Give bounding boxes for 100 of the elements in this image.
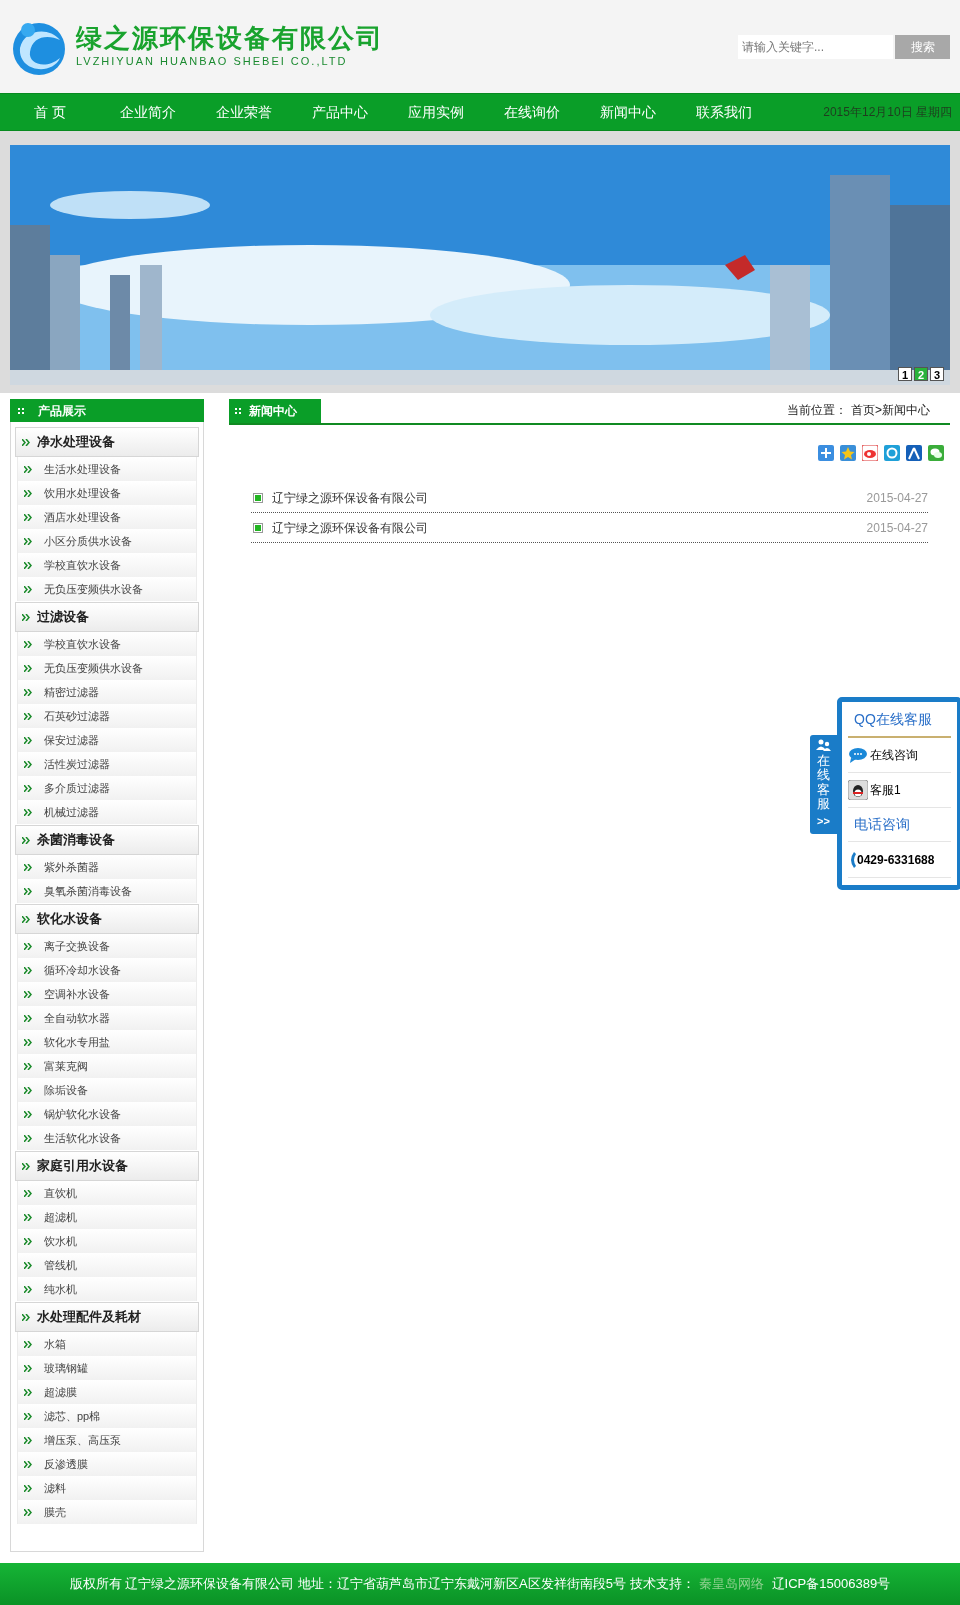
service-link[interactable]: 在线咨询 — [848, 738, 951, 773]
category-item[interactable]: 生活软化水设备 — [17, 1126, 197, 1150]
breadcrumb[interactable]: 首页>新闻中心 — [851, 401, 930, 419]
category-item[interactable]: 软化水专用盐 — [17, 1030, 197, 1054]
double-arrow-icon — [24, 712, 33, 720]
double-arrow-icon — [24, 808, 33, 816]
category-item[interactable]: 生活水处理设备 — [17, 457, 197, 481]
double-arrow-icon — [24, 585, 33, 593]
double-arrow-icon — [24, 1110, 33, 1118]
category-item[interactable]: 无负压变频供水设备 — [17, 577, 197, 601]
double-arrow-icon — [24, 966, 33, 974]
nav-link[interactable]: 产品中心 — [292, 101, 388, 123]
double-arrow-icon — [22, 915, 31, 923]
category-item[interactable]: 纯水机 — [17, 1277, 197, 1301]
double-arrow-icon — [24, 1134, 33, 1142]
people-icon — [815, 739, 832, 751]
double-arrow-icon — [24, 561, 33, 569]
category-item[interactable]: 饮用水处理设备 — [17, 481, 197, 505]
category-item[interactable]: 活性炭过滤器 — [17, 752, 197, 776]
nav-link[interactable]: 企业简介 — [100, 101, 196, 123]
category-item[interactable]: 超滤机 — [17, 1205, 197, 1229]
date-text: 2015年12月10日 星期四 — [823, 104, 953, 121]
star-icon[interactable] — [840, 445, 856, 461]
category-item[interactable]: 石英砂过滤器 — [17, 704, 197, 728]
category-item[interactable]: 增压泵、高压泵 — [17, 1428, 197, 1452]
category-item[interactable]: 学校直饮水设备 — [17, 553, 197, 577]
double-arrow-icon — [22, 613, 31, 621]
category-item[interactable]: 除垢设备 — [17, 1078, 197, 1102]
category-item[interactable]: 膜壳 — [17, 1500, 197, 1524]
double-arrow-icon — [24, 784, 33, 792]
nav-link[interactable]: 联系我们 — [676, 101, 772, 123]
dots-icon — [18, 407, 24, 414]
double-arrow-icon — [24, 537, 33, 545]
news-link[interactable]: 辽宁绿之源环保设备有限公司 — [272, 488, 428, 507]
double-arrow-icon — [24, 760, 33, 768]
service-title: QQ在线客服 — [848, 702, 951, 738]
category-item[interactable]: 滤芯、pp棉 — [17, 1404, 197, 1428]
search-field[interactable]: 请输入关键字... — [738, 34, 893, 59]
category-header[interactable]: 水处理配件及耗材 — [15, 1302, 199, 1332]
section-title: 新闻中心 — [249, 403, 297, 420]
service-tab-arrow: >> — [817, 814, 830, 830]
breadcrumb-label: 当前位置： — [787, 402, 847, 419]
category-header[interactable]: 净水处理设备 — [15, 427, 199, 457]
double-arrow-icon — [24, 664, 33, 672]
double-arrow-icon — [24, 1014, 33, 1022]
double-arrow-icon — [24, 1364, 33, 1372]
double-arrow-icon — [24, 1484, 33, 1492]
category-header[interactable]: 过滤设备 — [15, 602, 199, 632]
category-item[interactable]: 管线机 — [17, 1253, 197, 1277]
category-item[interactable]: 保安过滤器 — [17, 728, 197, 752]
category-item[interactable]: 酒店水处理设备 — [17, 505, 197, 529]
category-item[interactable]: 全自动软水器 — [17, 1006, 197, 1030]
chat-icon[interactable] — [928, 445, 944, 461]
category-item[interactable]: 富莱克阀 — [17, 1054, 197, 1078]
double-arrow-icon — [24, 1285, 33, 1293]
category-header[interactable]: 软化水设备 — [15, 904, 199, 934]
category-item[interactable]: 离子交换设备 — [17, 934, 197, 958]
category-item[interactable]: 臭氧杀菌消毒设备 — [17, 879, 197, 903]
nav-link[interactable]: 首 页 — [0, 101, 100, 123]
category-item[interactable]: 精密过滤器 — [17, 680, 197, 704]
dots-icon — [235, 408, 241, 414]
double-arrow-icon — [24, 513, 33, 521]
category-item[interactable]: 多介质过滤器 — [17, 776, 197, 800]
category-item[interactable]: 紫外杀菌器 — [17, 855, 197, 879]
double-arrow-icon — [22, 836, 31, 844]
category-item[interactable]: 循环冷却水设备 — [17, 958, 197, 982]
category-item[interactable]: 反渗透膜 — [17, 1452, 197, 1476]
nav-link[interactable]: 企业荣誉 — [196, 101, 292, 123]
double-arrow-icon — [24, 1388, 33, 1396]
category-item[interactable]: 饮水机 — [17, 1229, 197, 1253]
category-item[interactable]: 无负压变频供水设备 — [17, 656, 197, 680]
service-subtitle: 电话咨询 — [848, 808, 951, 842]
nav-link[interactable]: 应用实例 — [388, 101, 484, 123]
double-arrow-icon — [24, 640, 33, 648]
category-header[interactable]: 家庭引用水设备 — [15, 1151, 199, 1181]
category-header[interactable]: 杀菌消毒设备 — [15, 825, 199, 855]
news-link[interactable]: 辽宁绿之源环保设备有限公司 — [272, 518, 428, 537]
category-item[interactable]: 玻璃钢罐 — [17, 1356, 197, 1380]
service-tab-label: 在线客服 — [817, 754, 830, 812]
nav-link[interactable]: 新闻中心 — [580, 101, 676, 123]
eye-icon[interactable] — [862, 445, 878, 461]
category-item[interactable]: 机械过滤器 — [17, 800, 197, 824]
service-tab[interactable]: 在线客服 >> — [810, 735, 837, 834]
double-arrow-icon — [24, 1062, 33, 1070]
category-item[interactable]: 锅炉软化水设备 — [17, 1102, 197, 1126]
plus-icon[interactable] — [818, 445, 834, 461]
category-item[interactable]: 超滤膜 — [17, 1380, 197, 1404]
category-item[interactable]: 直饮机 — [17, 1181, 197, 1205]
service-link[interactable]: 客服1 — [848, 773, 951, 808]
nav-link[interactable]: 在线询价 — [484, 101, 580, 123]
category-item[interactable]: 学校直饮水设备 — [17, 632, 197, 656]
category-item[interactable]: 空调补水设备 — [17, 982, 197, 1006]
double-arrow-icon — [24, 489, 33, 497]
category-item[interactable]: 滤料 — [17, 1476, 197, 1500]
double-arrow-icon — [24, 1038, 33, 1046]
double-arrow-icon — [24, 1213, 33, 1221]
double-arrow-icon — [24, 465, 33, 473]
category-item[interactable]: 小区分质供水设备 — [17, 529, 197, 553]
icp-number: 辽ICP备15006389号 — [771, 1575, 891, 1594]
category-item[interactable]: 水箱 — [17, 1332, 197, 1356]
